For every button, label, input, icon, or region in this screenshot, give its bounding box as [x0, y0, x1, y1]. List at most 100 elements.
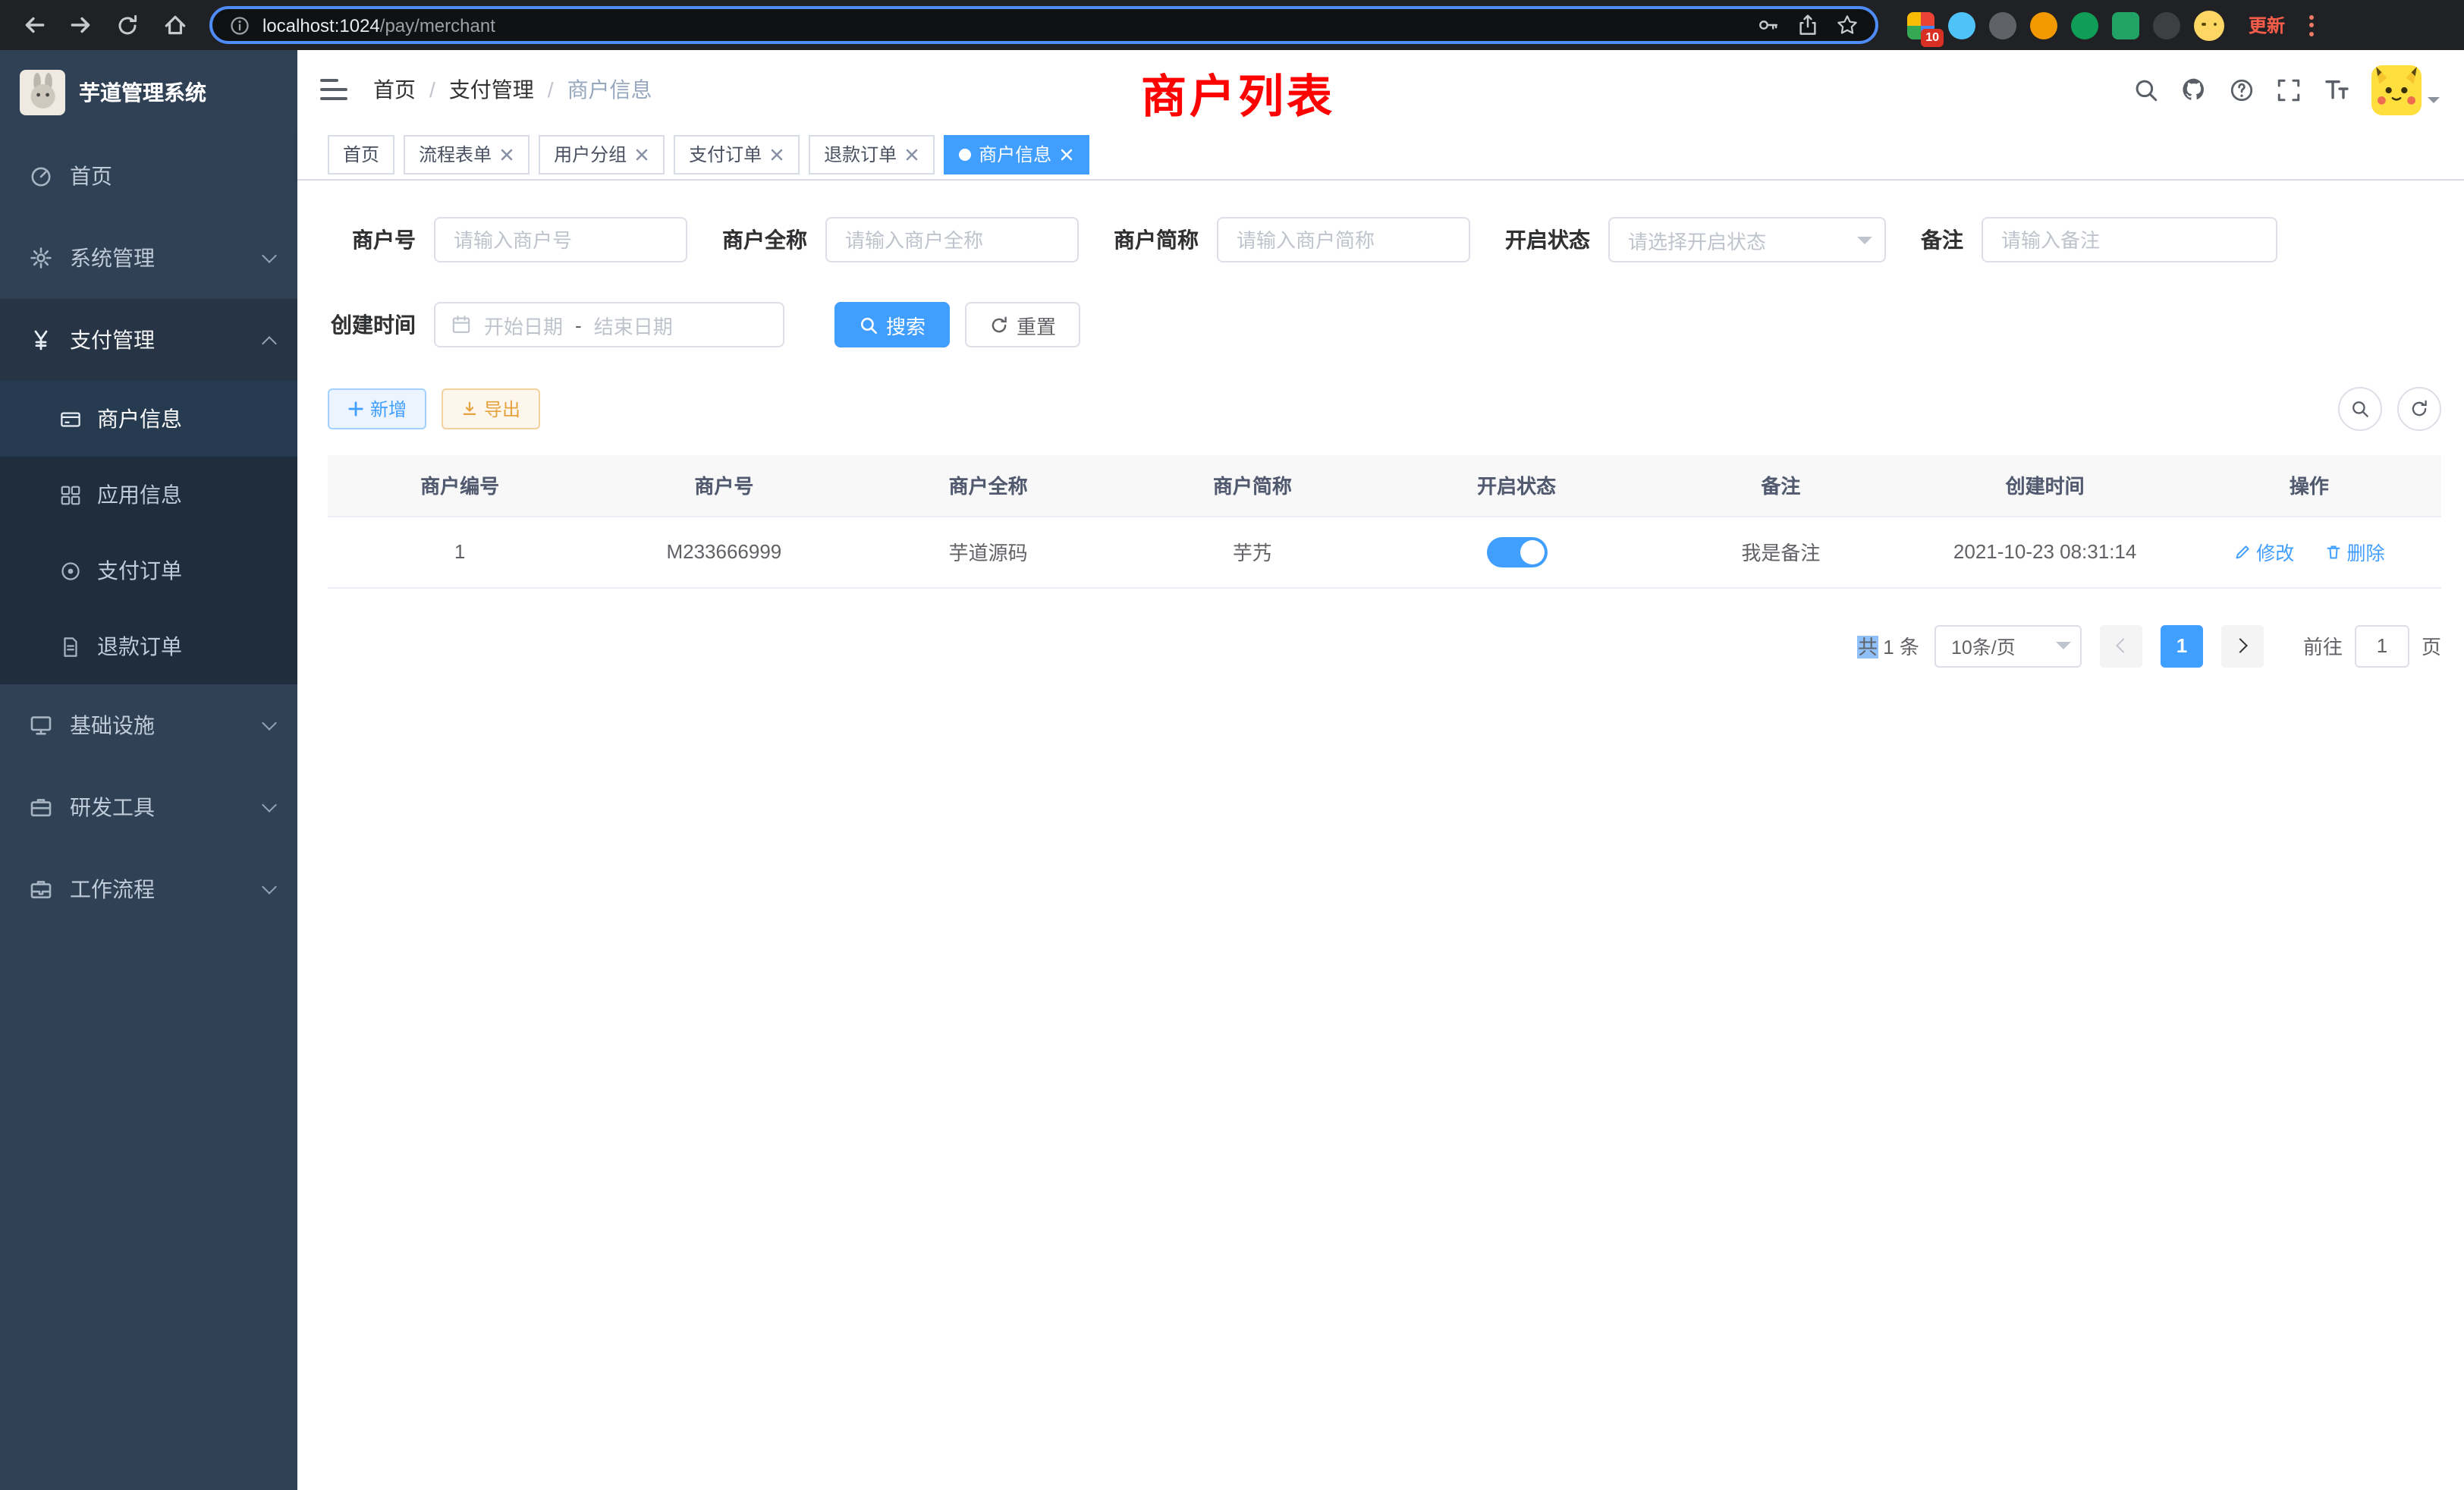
close-icon[interactable]	[634, 146, 649, 162]
calendar-icon	[451, 314, 472, 335]
close-icon[interactable]	[904, 146, 919, 162]
table-row: 1 M233666999 芋道源码 芋艿 我是备注 2021-10-23 08:…	[328, 516, 2441, 587]
extension-puzzle-icon[interactable]: 10	[1907, 11, 1934, 39]
logo-avatar	[20, 70, 65, 115]
merchant-no-label: 商户号	[328, 225, 416, 255]
tab-refund-order[interactable]: 退款订单	[809, 134, 935, 174]
goto-page-input[interactable]	[2355, 624, 2409, 667]
search-button[interactable]: 搜索	[834, 302, 950, 347]
toolbox-icon	[29, 795, 53, 819]
browser-reload-button[interactable]	[109, 7, 146, 43]
export-button[interactable]: 导出	[442, 388, 540, 429]
app-logo[interactable]: 芋道管理系统	[0, 50, 297, 135]
chrome-profile-avatar[interactable]	[2194, 10, 2224, 40]
close-icon[interactable]	[499, 146, 514, 162]
password-key-icon[interactable]	[1757, 14, 1780, 36]
page-size-select[interactable]: 10条/页	[1934, 624, 2082, 667]
page-info-icon[interactable]	[229, 14, 250, 36]
sidebar-item-refund-order[interactable]: 退款订单	[0, 608, 297, 684]
share-icon[interactable]	[1796, 14, 1819, 36]
date-range-picker[interactable]: 开始日期 - 结束日期	[434, 302, 784, 347]
sidebar-item-home[interactable]: 首页	[0, 135, 297, 217]
sidebar-item-system[interactable]: 系统管理	[0, 217, 297, 299]
tab-merchant-info[interactable]: 商户信息	[944, 134, 1089, 174]
tabs-bar: 首页 流程表单 用户分组 支付订单 退款订单	[297, 129, 2464, 181]
font-size-icon[interactable]	[2323, 76, 2350, 103]
credit-card-icon	[59, 407, 82, 430]
prev-page-button[interactable]	[2100, 624, 2142, 667]
caret-down-icon	[2428, 96, 2440, 108]
gear-icon	[29, 246, 53, 270]
sidebar-item-infra[interactable]: 基础设施	[0, 684, 297, 766]
tab-home[interactable]: 首页	[328, 134, 394, 174]
chrome-menu-icon[interactable]	[2303, 14, 2320, 36]
breadcrumb-home[interactable]: 首页	[373, 74, 416, 105]
merchant-no-input[interactable]	[434, 217, 687, 262]
search-icon[interactable]	[2133, 77, 2159, 102]
remark-label: 备注	[1921, 225, 1963, 255]
close-icon[interactable]	[1059, 146, 1074, 162]
bookmark-star-icon[interactable]	[1836, 14, 1859, 36]
remark-input[interactable]	[1982, 217, 2277, 262]
extension-icon-2[interactable]	[1948, 11, 1975, 39]
browser-back-button[interactable]	[15, 7, 52, 43]
help-icon[interactable]	[2229, 77, 2255, 102]
date-start-placeholder: 开始日期	[484, 310, 563, 339]
payment-submenu: 商户信息 应用信息 支付订单	[0, 381, 297, 684]
extension-icon-3[interactable]	[1989, 11, 2016, 39]
sidebar-item-devtools[interactable]: 研发工具	[0, 766, 297, 848]
chevron-down-icon	[262, 715, 277, 730]
monitor-icon	[29, 713, 53, 737]
status-label: 开启状态	[1505, 225, 1590, 255]
breadcrumb-payment[interactable]: 支付管理	[449, 74, 534, 105]
chevron-down-icon	[262, 797, 277, 812]
fullscreen-icon[interactable]	[2276, 77, 2302, 102]
user-avatar[interactable]	[2371, 64, 2422, 115]
status-toggle[interactable]	[1486, 536, 1547, 567]
address-bar[interactable]: localhost:1024/pay/merchant	[209, 6, 1878, 44]
extension-icon-5[interactable]	[2071, 11, 2098, 39]
next-page-button[interactable]	[2221, 624, 2264, 667]
short-name-label: 商户简称	[1114, 225, 1199, 255]
page-number-1[interactable]: 1	[2161, 624, 2203, 667]
extension-icon-6[interactable]	[2112, 11, 2139, 39]
chevron-down-icon	[1857, 236, 1872, 251]
sidebar-item-workflow[interactable]: 工作流程	[0, 848, 297, 930]
sidebar-toggle-icon[interactable]	[320, 79, 347, 100]
edit-link[interactable]: 修改	[2233, 537, 2294, 566]
document-icon	[59, 635, 82, 658]
refresh-button[interactable]	[2397, 387, 2441, 431]
pagination: 共 1 条 10条/页 1 前往 页	[328, 624, 2441, 667]
sidebar-item-pay-order[interactable]: 支付订单	[0, 533, 297, 608]
add-button[interactable]: 新增	[328, 388, 426, 429]
toggle-search-button[interactable]	[2338, 387, 2382, 431]
short-name-input[interactable]	[1217, 217, 1470, 262]
grid-icon	[59, 483, 82, 506]
github-icon[interactable]	[2180, 76, 2208, 103]
breadcrumb: 首页 / 支付管理 / 商户信息	[373, 74, 652, 105]
delete-link[interactable]: 删除	[2324, 537, 2385, 566]
close-icon[interactable]	[769, 146, 784, 162]
tab-user-group[interactable]: 用户分组	[539, 134, 665, 174]
sidebar-item-merchant-info[interactable]: 商户信息	[0, 381, 297, 457]
tab-process-form[interactable]: 流程表单	[404, 134, 530, 174]
create-time-label: 创建时间	[328, 310, 416, 340]
browser-chrome: localhost:1024/pay/merchant 10	[0, 0, 2464, 50]
browser-forward-button[interactable]	[62, 7, 99, 43]
extension-icon-4[interactable]	[2030, 11, 2057, 39]
chrome-update-button[interactable]: 更新	[2249, 12, 2285, 38]
yen-icon	[29, 328, 53, 352]
extensions-area: 10	[1907, 10, 2224, 40]
sidebar-item-app-info[interactable]: 应用信息	[0, 457, 297, 533]
cell-merchant-no: M233666999	[592, 516, 856, 587]
chevron-down-icon	[2056, 642, 2071, 657]
full-name-input[interactable]	[825, 217, 1079, 262]
status-select[interactable]: 请选择开启状态	[1608, 217, 1886, 262]
goto-label: 前往	[2303, 631, 2343, 660]
tab-pay-order[interactable]: 支付订单	[674, 134, 800, 174]
user-menu[interactable]	[2371, 64, 2440, 115]
reset-button[interactable]: 重置	[965, 302, 1080, 347]
extension-icon-7[interactable]	[2153, 11, 2180, 39]
browser-home-button[interactable]	[156, 7, 193, 43]
sidebar-item-payment[interactable]: 支付管理	[0, 299, 297, 381]
